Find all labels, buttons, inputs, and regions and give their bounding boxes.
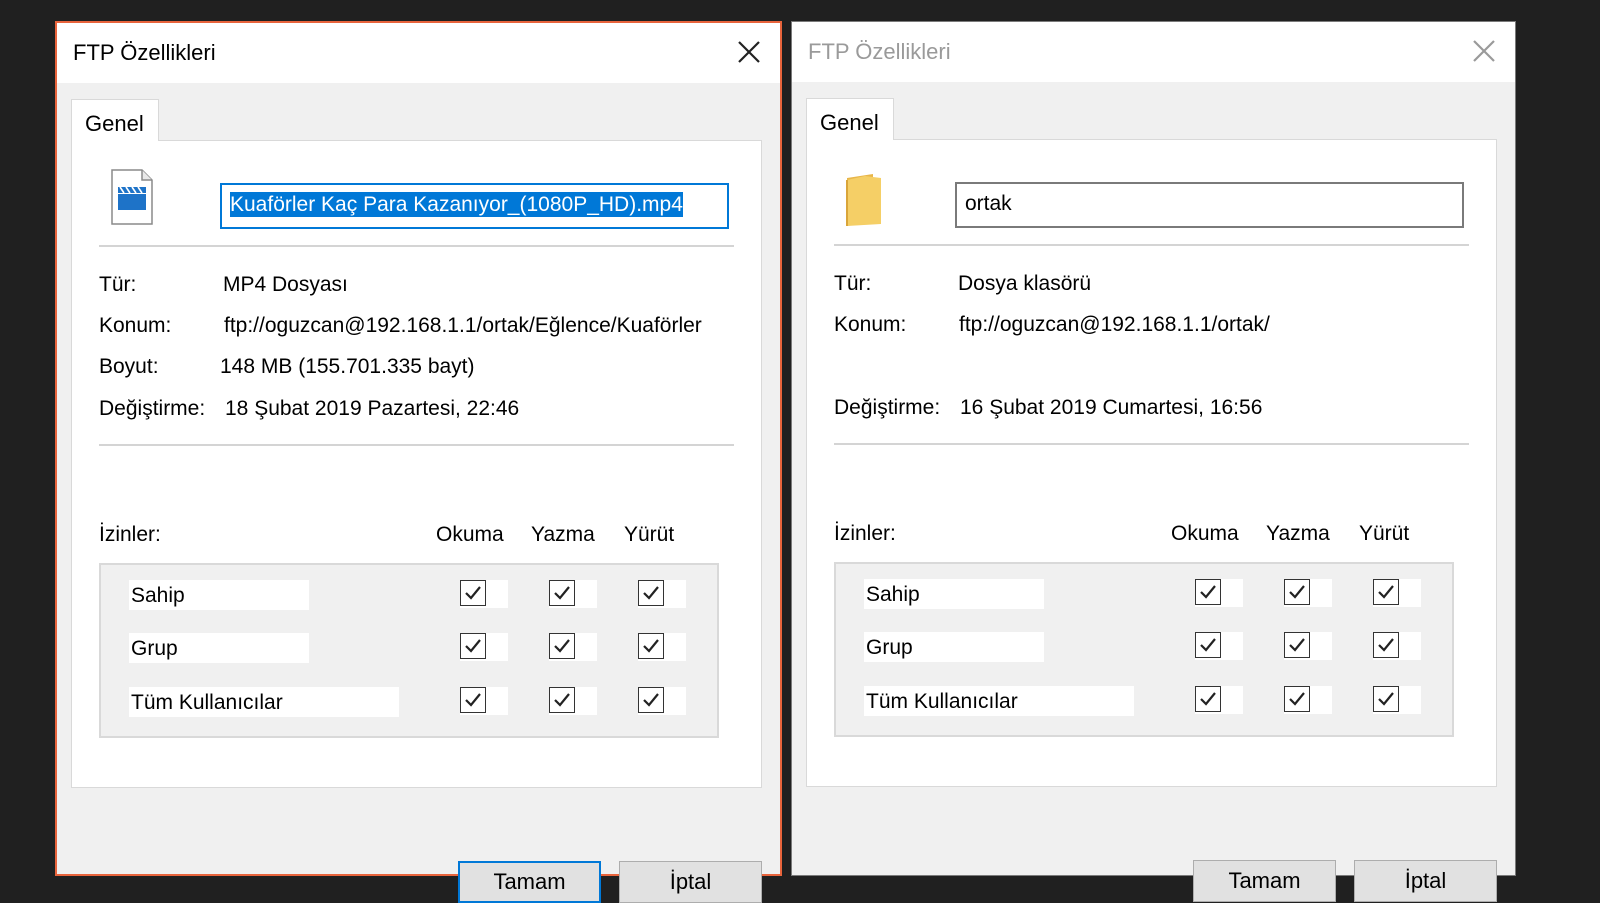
modified-value: 18 Şubat 2019 Pazartesi, 22:46: [225, 397, 520, 420]
all-users-execute-checkbox[interactable]: [638, 687, 664, 713]
close-button[interactable]: [732, 35, 766, 69]
owner-execute-checkbox[interactable]: [638, 580, 664, 606]
tab-genel[interactable]: Genel: [71, 99, 159, 141]
all-users-write-checkbox[interactable]: [1284, 686, 1310, 712]
tab-genel[interactable]: Genel: [806, 98, 894, 140]
permission-row-group: Grup: [864, 632, 1044, 662]
modified-value: 16 Şubat 2019 Cumartesi, 16:56: [960, 396, 1263, 419]
size-value: 148 MB (155.701.335 bayt): [220, 355, 475, 378]
column-execute: Yürüt: [1359, 522, 1410, 545]
group-read-checkbox[interactable]: [1195, 632, 1221, 658]
separator: [834, 443, 1469, 445]
type-value: Dosya klasörü: [958, 272, 1092, 295]
owner-write-checkbox[interactable]: [549, 580, 575, 606]
all-users-execute-checkbox[interactable]: [1373, 686, 1399, 712]
properties-dialog-folder: FTP Özellikleri Genel ortak Tür: Dosya k…: [791, 21, 1516, 902]
all-users-read-checkbox[interactable]: [1195, 686, 1221, 712]
permissions-grid: Sahip Grup Tüm Kullanıcılar: [99, 563, 719, 738]
dialog-client: Genel ortak Tür: Dosya klasörü Konum: ft…: [792, 82, 1515, 902]
close-icon: [1473, 40, 1495, 62]
owner-execute-checkbox[interactable]: [1373, 579, 1399, 605]
title-bar[interactable]: FTP Özellikleri: [57, 23, 780, 83]
properties-dialog-file: FTP Özellikleri Genel Kuaförler Kaç Para…: [55, 21, 782, 903]
owner-read-checkbox[interactable]: [460, 580, 486, 606]
tab-panel-genel: Kuaförler Kaç Para Kazanıyor_(1080P_HD).…: [71, 140, 762, 788]
ok-button[interactable]: Tamam: [458, 861, 601, 903]
column-write: Yazma: [531, 523, 595, 546]
all-users-write-checkbox[interactable]: [549, 687, 575, 713]
type-label: Tür:: [99, 273, 137, 296]
location-label: Konum:: [99, 314, 172, 337]
cancel-button[interactable]: İptal: [619, 861, 762, 903]
location-value: ftp://oguzcan@192.168.1.1/ortak/Eğlence/…: [224, 314, 702, 337]
name-input[interactable]: ortak: [955, 182, 1464, 228]
permission-row-owner: Sahip: [129, 580, 309, 610]
separator: [834, 244, 1469, 246]
folder-icon: [843, 172, 883, 233]
group-execute-checkbox[interactable]: [638, 633, 664, 659]
group-write-checkbox[interactable]: [1284, 632, 1310, 658]
cancel-button[interactable]: İptal: [1354, 860, 1497, 902]
location-label: Konum:: [834, 313, 907, 336]
owner-write-checkbox[interactable]: [1284, 579, 1310, 605]
close-button[interactable]: [1467, 34, 1501, 68]
modified-label: Değiştirme:: [99, 397, 206, 420]
dialog-client: Genel Kuaförler Kaç Para Kazanıyor_(1080…: [57, 83, 780, 903]
type-label: Tür:: [834, 272, 872, 295]
size-label: Boyut:: [99, 355, 159, 378]
separator: [99, 444, 734, 446]
permission-row-all-users: Tüm Kullanıcılar: [864, 686, 1134, 716]
owner-read-checkbox[interactable]: [1195, 579, 1221, 605]
group-read-checkbox[interactable]: [460, 633, 486, 659]
column-read: Okuma: [436, 523, 504, 546]
group-execute-checkbox[interactable]: [1373, 632, 1399, 658]
permissions-label: İzinler:: [99, 523, 161, 546]
permission-row-group: Grup: [129, 633, 309, 663]
modified-label: Değiştirme:: [834, 396, 941, 419]
location-value: ftp://oguzcan@192.168.1.1/ortak/: [959, 313, 1270, 336]
close-icon: [738, 41, 760, 63]
column-execute: Yürüt: [624, 523, 675, 546]
permissions-label: İzinler:: [834, 522, 896, 545]
ok-button[interactable]: Tamam: [1193, 860, 1336, 902]
video-file-icon: [110, 168, 154, 231]
tab-panel-genel: ortak Tür: Dosya klasörü Konum: ftp://og…: [806, 139, 1497, 787]
permission-row-owner: Sahip: [864, 579, 1044, 609]
dialog-title: FTP Özellikleri: [73, 40, 216, 65]
column-write: Yazma: [1266, 522, 1330, 545]
name-input-text: ortak: [965, 192, 1012, 215]
column-read: Okuma: [1171, 522, 1239, 545]
name-input-text: Kuaförler Kaç Para Kazanıyor_(1080P_HD).…: [230, 192, 683, 217]
all-users-read-checkbox[interactable]: [460, 687, 486, 713]
title-bar[interactable]: FTP Özellikleri: [792, 22, 1515, 82]
type-value: MP4 Dosyası: [223, 273, 348, 296]
permission-row-all-users: Tüm Kullanıcılar: [129, 687, 399, 717]
group-write-checkbox[interactable]: [549, 633, 575, 659]
dialog-title: FTP Özellikleri: [808, 39, 951, 64]
permissions-grid: Sahip Grup Tüm Kullanıcılar: [834, 562, 1454, 737]
separator: [99, 245, 734, 247]
name-input[interactable]: Kuaförler Kaç Para Kazanıyor_(1080P_HD).…: [220, 183, 729, 229]
